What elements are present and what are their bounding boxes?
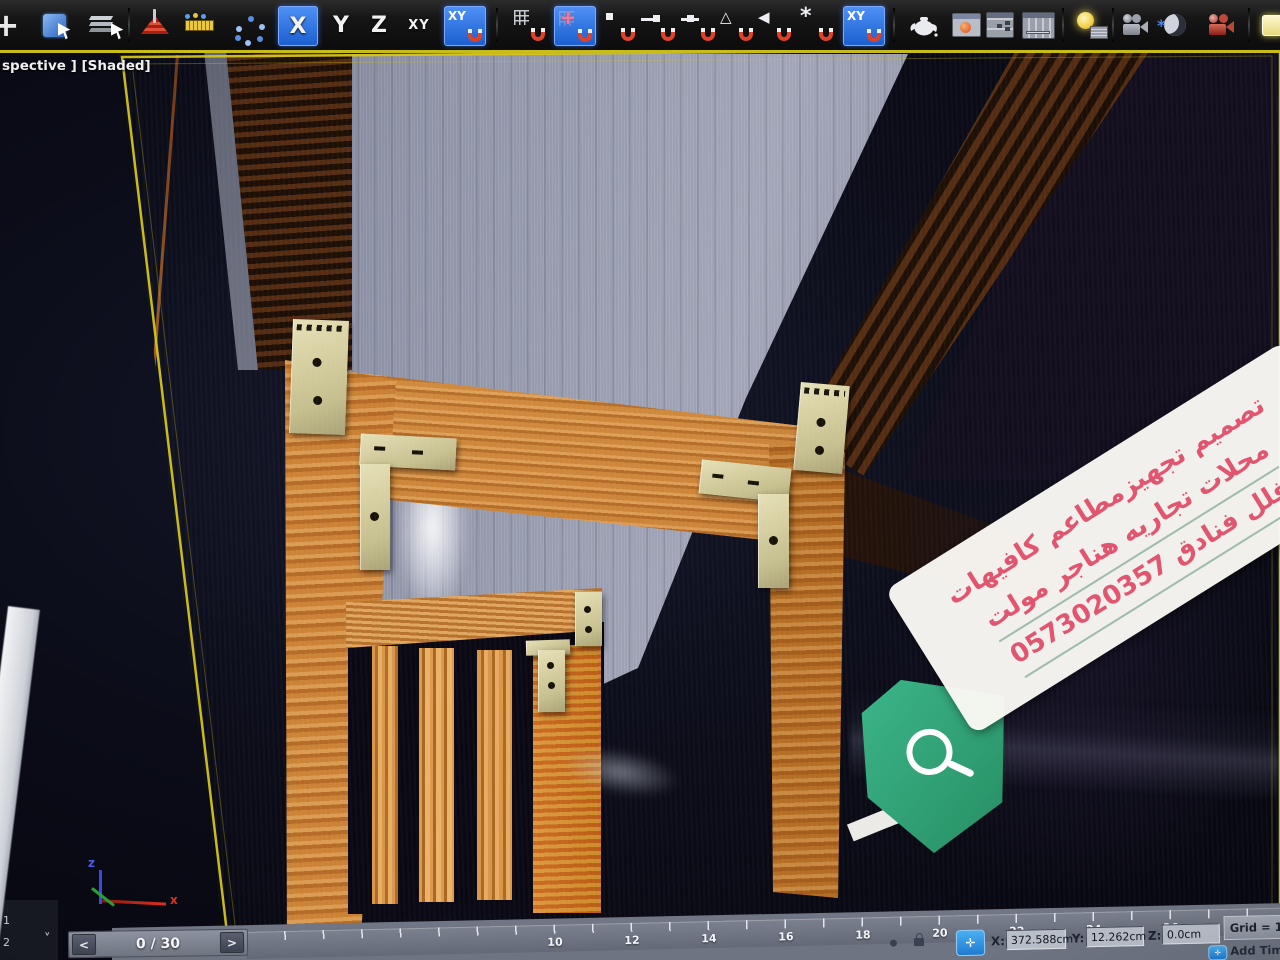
constraint-x-button[interactable]: X <box>278 6 318 46</box>
gizmo-x-label: x <box>170 893 178 907</box>
z-coordinate-field[interactable]: 0.0cm <box>1162 923 1220 944</box>
magnifier-icon <box>904 726 955 777</box>
video-post-camera-icon[interactable] <box>1200 6 1242 44</box>
snap-vertex-toggle[interactable] <box>600 6 638 44</box>
render-list-dialog-icon[interactable] <box>983 6 1017 44</box>
selection-lock-icon[interactable] <box>914 938 924 946</box>
gate-slat-2 <box>419 648 454 902</box>
corner-label-2: 2 <box>3 936 10 949</box>
toolbar-separator <box>1112 8 1114 42</box>
next-frame-button[interactable]: > <box>220 932 244 953</box>
gate-slat-1 <box>372 646 398 904</box>
gizmo-z-label: z <box>88 856 95 870</box>
trackbar-frame-label: 10 <box>547 936 563 949</box>
gate-bracket-plate <box>575 592 602 646</box>
camera-icon[interactable] <box>1116 6 1154 44</box>
bracket-right-plate <box>793 382 849 474</box>
time-slider[interactable]: < 0 / 30 > <box>68 929 248 959</box>
corner-chevron-icon[interactable]: ˅ <box>44 932 51 947</box>
light-lister-icon[interactable] <box>1068 6 1110 44</box>
trackbar-frame-label: 18 <box>855 928 871 941</box>
constraint-z-button[interactable]: Z <box>362 6 396 44</box>
y-coordinate-field[interactable]: 12.262cm <box>1086 926 1144 947</box>
render-teapot-icon[interactable] <box>902 6 946 44</box>
snap-midpoint-toggle[interactable] <box>678 6 718 44</box>
magnifier-handle <box>947 760 975 778</box>
render-setup-dialog-icon[interactable] <box>1018 6 1058 44</box>
toolbar-separator <box>1062 8 1064 42</box>
snap-dots-icon[interactable] <box>226 6 268 44</box>
trackbar-frame-label: 16 <box>778 930 794 943</box>
trackbar-frame-label: 12 <box>624 934 640 947</box>
rendered-frame-window-icon[interactable] <box>948 6 984 44</box>
corner-label-1: 1 <box>3 914 10 927</box>
current-frame-readout[interactable]: 0 / 30 <box>136 935 180 952</box>
gate-slat-3 <box>477 650 512 900</box>
constraint-y-button[interactable]: Y <box>324 6 358 44</box>
screen: spective ] [Shaded] z x تصميم تجهيزمطاعم… <box>0 0 1280 960</box>
bracket-left-plate <box>289 319 349 435</box>
gate-bracket-L-vert <box>538 650 565 712</box>
toolbar-separator <box>893 8 895 42</box>
snap-grid-toggle[interactable] <box>510 6 548 44</box>
wall-edge-line <box>110 55 179 938</box>
bracket-right-L-vert <box>758 494 789 588</box>
snap-endpoint-toggle[interactable] <box>638 6 678 44</box>
snap-xy2-toggle[interactable]: XY <box>843 6 885 46</box>
corner-panel <box>0 900 58 960</box>
snap-xy-toggle[interactable]: XY <box>444 6 486 46</box>
prompt-line-text: Add Time T <box>1230 942 1280 958</box>
snap-face-toggle[interactable]: △ <box>718 6 756 44</box>
color-swatch-icon[interactable] <box>1254 6 1280 44</box>
toolbar-separator <box>1248 8 1250 42</box>
previous-frame-button[interactable]: < <box>72 934 96 955</box>
snap-face-filled-toggle[interactable]: ◀ <box>756 6 794 44</box>
constraint-xy-button[interactable]: XY <box>400 6 438 44</box>
y-coordinate-label: Y: <box>1072 931 1085 945</box>
trackbar-frame-label: 14 <box>701 932 717 945</box>
select-object-icon[interactable] <box>33 6 75 44</box>
plus-icon[interactable]: + <box>0 6 24 44</box>
z-coordinate-label: Z: <box>1148 929 1162 943</box>
toolbar-separator <box>496 8 498 42</box>
dot-toggle-icon[interactable] <box>890 940 897 947</box>
transform-typein-button[interactable]: ✛ <box>956 930 986 957</box>
snap-star-toggle[interactable]: * <box>796 6 836 44</box>
x-coordinate-field[interactable]: 372.588cm <box>1006 929 1066 950</box>
viewport-label[interactable]: spective ] [Shaded] <box>2 58 151 74</box>
grid-size-readout: Grid = 10. <box>1223 915 1280 941</box>
axis-pyramid-icon[interactable] <box>134 6 176 44</box>
x-coordinate-label: X: <box>991 934 1005 948</box>
gizmo-y-axis <box>91 887 115 907</box>
measure-ruler-icon[interactable] <box>178 6 220 44</box>
snap-point-toggle[interactable]: + <box>554 6 596 46</box>
prompt-blue-icon[interactable]: ✛ <box>1208 945 1227 960</box>
main-toolbar: + X Y Z XY XY + △ ◀ * XY <box>0 0 1280 53</box>
select-stack-icon[interactable] <box>82 6 122 44</box>
render-iterative-moon-icon[interactable] <box>1154 6 1196 44</box>
toolbar-separator <box>128 8 130 42</box>
bracket-left-L-vert <box>360 464 390 570</box>
